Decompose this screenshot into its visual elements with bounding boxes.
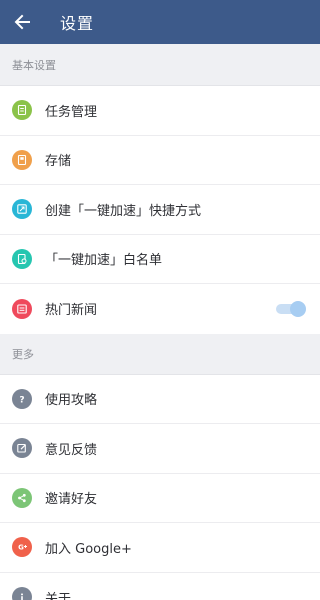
- help-icon: ?: [12, 388, 32, 409]
- settings-item-label: 「一键加速」白名单: [45, 253, 163, 269]
- more-settings-list: ? 使用攻略 意见反馈 邀请好友 G 加入 Google+ 关于: [0, 374, 320, 600]
- toggle-knob: [290, 300, 306, 317]
- task-list-icon: [12, 100, 32, 121]
- google-plus-icon: G: [12, 537, 32, 558]
- settings-item-label: 创建「一键加速」快捷方式: [45, 203, 202, 219]
- settings-item-guide[interactable]: ? 使用攻略: [0, 374, 320, 424]
- section-header-more: 更多: [0, 333, 320, 375]
- settings-item-join-google-plus[interactable]: G 加入 Google+: [0, 523, 320, 573]
- svg-text:G: G: [18, 544, 24, 552]
- settings-item-task-manager[interactable]: 任务管理: [0, 86, 320, 136]
- hot-news-toggle[interactable]: [276, 300, 306, 317]
- whitelist-icon: [12, 248, 32, 269]
- settings-item-hot-news[interactable]: 热门新闻: [0, 284, 320, 334]
- news-icon: [12, 298, 32, 319]
- shortcut-icon: [12, 199, 32, 220]
- settings-item-label: 意见反馈: [45, 442, 98, 458]
- settings-item-label: 关于: [45, 591, 72, 600]
- settings-item-label: 加入 Google+: [45, 541, 132, 557]
- storage-icon: [12, 149, 32, 170]
- settings-item-about[interactable]: 关于: [0, 572, 320, 600]
- back-button[interactable]: [0, 0, 44, 44]
- settings-item-whitelist[interactable]: 「一键加速」白名单: [0, 234, 320, 284]
- settings-item-label: 热门新闻: [45, 303, 98, 319]
- feedback-icon: [12, 438, 32, 459]
- arrow-left-icon: [14, 14, 30, 30]
- settings-item-label: 任务管理: [45, 104, 98, 120]
- settings-item-label: 存储: [45, 154, 72, 170]
- app-header: 设置: [0, 0, 320, 44]
- basic-settings-list: 任务管理 存储 创建「一键加速」快捷方式 「一键加速」白名单 热门新闻: [0, 86, 320, 334]
- share-icon: [12, 487, 32, 508]
- settings-item-create-shortcut[interactable]: 创建「一键加速」快捷方式: [0, 185, 320, 235]
- settings-item-label: 邀请好友: [45, 492, 98, 508]
- settings-item-invite-friends[interactable]: 邀请好友: [0, 473, 320, 523]
- settings-item-feedback[interactable]: 意见反馈: [0, 424, 320, 474]
- settings-item-storage[interactable]: 存储: [0, 135, 320, 185]
- info-icon: [12, 587, 32, 600]
- page-title: 设置: [60, 14, 95, 33]
- svg-text:?: ?: [19, 395, 24, 404]
- settings-item-label: 使用攻略: [45, 393, 98, 409]
- section-header-basic: 基本设置: [0, 44, 320, 86]
